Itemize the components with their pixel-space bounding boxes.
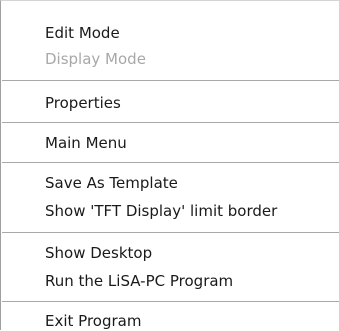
menu-item-main-menu[interactable]: Main Menu xyxy=(45,133,127,153)
menu-item-save-as-template[interactable]: Save As Template xyxy=(45,173,178,193)
menu-item-run-lisa-pc[interactable]: Run the LiSA-PC Program xyxy=(45,271,233,291)
menu-separator xyxy=(2,162,339,163)
menu-item-show-tft-limit-border[interactable]: Show 'TFT Display' limit border xyxy=(45,201,277,221)
menu-item-properties[interactable]: Properties xyxy=(45,93,121,113)
menu-item-show-desktop[interactable]: Show Desktop xyxy=(45,243,152,263)
menu-item-display-mode: Display Mode xyxy=(45,50,146,68)
menu-separator xyxy=(2,301,339,302)
menu-separator xyxy=(2,122,339,123)
menu-item-edit-mode[interactable]: Edit Mode xyxy=(45,23,120,43)
menu-item-exit-program[interactable]: Exit Program xyxy=(45,311,141,331)
menu-separator xyxy=(2,80,339,81)
menu-separator xyxy=(2,232,339,233)
context-menu: Edit Mode Display Mode Properties Main M… xyxy=(0,0,339,330)
